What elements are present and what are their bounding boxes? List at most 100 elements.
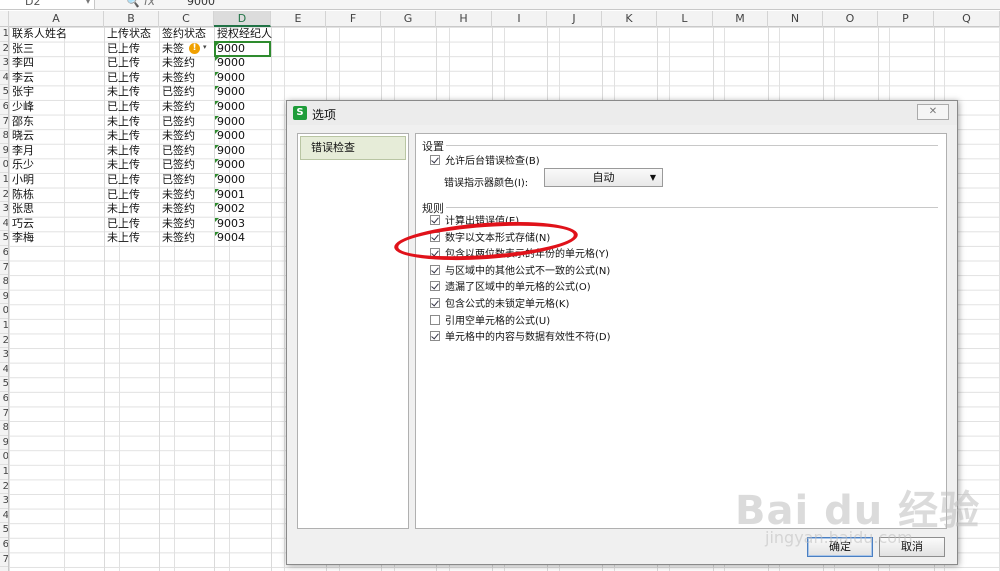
- row-header-cell[interactable]: 8: [0, 275, 8, 290]
- cell-a[interactable]: 陈栋: [9, 188, 34, 203]
- row-header-cell[interactable]: 7: [0, 407, 8, 422]
- row-header-cell[interactable]: 7: [0, 261, 8, 276]
- cell-a[interactable]: 张宇: [9, 85, 34, 100]
- row-header-cell[interactable]: 5: [0, 231, 8, 246]
- checkbox[interactable]: [430, 298, 440, 308]
- cell-a[interactable]: 张三: [9, 42, 34, 57]
- cell-b[interactable]: 已上传: [104, 42, 140, 57]
- column-header-a[interactable]: A: [9, 11, 104, 27]
- cell-c[interactable]: 未签约: [159, 100, 195, 115]
- column-header-m[interactable]: M: [713, 11, 768, 27]
- row-header-cell[interactable]: 4: [0, 217, 8, 232]
- cell-a[interactable]: 小明: [9, 173, 34, 188]
- column-header-b[interactable]: B: [104, 11, 159, 27]
- column-header-l[interactable]: L: [657, 11, 713, 27]
- cell-c[interactable]: 未签约: [159, 188, 195, 203]
- chevron-down-icon[interactable]: ▾: [86, 0, 90, 8]
- cancel-button[interactable]: 取消: [879, 537, 945, 557]
- cell-b[interactable]: 未上传: [104, 144, 140, 159]
- column-header-j[interactable]: J: [547, 11, 602, 27]
- cell-b[interactable]: 已上传: [104, 56, 140, 71]
- rule-option[interactable]: 数字以文本形式存储(N): [430, 231, 550, 246]
- column-header-i[interactable]: I: [492, 11, 547, 27]
- cell-c[interactable]: 已签约: [159, 173, 195, 188]
- row-header-cell[interactable]: 6: [0, 100, 8, 115]
- row-header-cell[interactable]: 7: [0, 115, 8, 130]
- row-header-cell[interactable]: 9: [0, 436, 8, 451]
- checkbox[interactable]: [430, 281, 440, 292]
- row-header-cell[interactable]: 9: [0, 290, 8, 305]
- cell-b[interactable]: 已上传: [104, 217, 140, 232]
- row-header-cell[interactable]: 1: [0, 465, 8, 480]
- fx-icon[interactable]: 🔍 fx: [125, 0, 155, 8]
- row-header-cell[interactable]: 3: [0, 494, 8, 509]
- header-cell-b[interactable]: 上传状态: [104, 27, 151, 42]
- row-header-cell[interactable]: 5: [0, 85, 8, 100]
- cell-c[interactable]: 已签约: [159, 85, 195, 100]
- header-cell-c[interactable]: 签约状态: [159, 27, 206, 42]
- selected-cell[interactable]: [214, 41, 271, 57]
- cell-c[interactable]: 已签约: [159, 115, 195, 130]
- column-header-c[interactable]: C: [159, 11, 214, 27]
- cell-a[interactable]: 李月: [9, 144, 34, 159]
- close-button[interactable]: ✕: [917, 104, 949, 120]
- column-header-p[interactable]: P: [878, 11, 934, 27]
- column-header-q[interactable]: Q: [934, 11, 1000, 27]
- column-header-o[interactable]: O: [823, 11, 878, 27]
- cell-c[interactable]: 未签约: [159, 129, 195, 144]
- row-header-cell[interactable]: 8: [0, 421, 8, 436]
- cell-b[interactable]: 已上传: [104, 100, 140, 115]
- cell-c[interactable]: 未签: [159, 42, 184, 57]
- rule-option[interactable]: 引用空单元格的公式(U): [430, 314, 550, 329]
- cell-a[interactable]: 李云: [9, 71, 34, 86]
- rule-option[interactable]: 计算出错误值(E): [430, 214, 519, 229]
- checkbox[interactable]: [430, 264, 440, 275]
- cell-a[interactable]: 张思: [9, 202, 34, 217]
- rule-option[interactable]: 遗漏了区域中的单元格的公式(O): [430, 280, 591, 295]
- row-header-cell[interactable]: 2: [0, 188, 8, 203]
- cell-c[interactable]: 已签约: [159, 144, 195, 159]
- row-header-cell[interactable]: 0: [0, 450, 8, 465]
- column-header-n[interactable]: N: [768, 11, 823, 27]
- cell-a[interactable]: 少峰: [9, 100, 34, 115]
- checkbox[interactable]: [430, 155, 440, 165]
- chevron-down-icon[interactable]: ▾: [203, 43, 207, 51]
- cell-a[interactable]: 李梅: [9, 231, 34, 246]
- column-header-k[interactable]: K: [602, 11, 657, 27]
- row-header-cell[interactable]: 4: [0, 71, 8, 86]
- checkbox[interactable]: [430, 231, 440, 242]
- formula-input[interactable]: 9000: [187, 0, 215, 8]
- warning-icon[interactable]: !: [189, 43, 200, 54]
- cell-a[interactable]: 乐少: [9, 158, 34, 173]
- cell-b[interactable]: 未上传: [104, 231, 140, 246]
- row-header-cell[interactable]: 1: [0, 173, 8, 188]
- row-header-cell[interactable]: 3: [0, 56, 8, 71]
- rule-option[interactable]: 包含以两位数表示的年份的单元格(Y): [430, 247, 609, 262]
- row-header-cell[interactable]: 6: [0, 246, 8, 261]
- allow-background-check[interactable]: 允许后台错误检查(B): [430, 154, 540, 169]
- cell-a[interactable]: 李四: [9, 56, 34, 71]
- row-header-cell[interactable]: 3: [0, 202, 8, 217]
- rule-option[interactable]: 包含公式的未锁定单元格(K): [430, 297, 569, 312]
- cell-a[interactable]: 晓云: [9, 129, 34, 144]
- row-header-cell[interactable]: 7: [0, 553, 8, 568]
- cell-b[interactable]: 已上传: [104, 188, 140, 203]
- cell-b[interactable]: 已上传: [104, 173, 140, 188]
- cell-b[interactable]: 未上传: [104, 115, 140, 130]
- cell-c[interactable]: 未签约: [159, 71, 195, 86]
- row-header-cell[interactable]: 4: [0, 509, 8, 524]
- row-header-cell[interactable]: 8: [0, 129, 8, 144]
- row-header-cell[interactable]: 5: [0, 377, 8, 392]
- header-cell-d[interactable]: 授权经纪人: [214, 27, 272, 42]
- column-header-d[interactable]: D: [214, 11, 271, 27]
- checkbox[interactable]: [430, 331, 440, 342]
- cell-b[interactable]: 未上传: [104, 158, 140, 173]
- cell-b[interactable]: 已上传: [104, 71, 140, 86]
- cell-c[interactable]: 已签约: [159, 158, 195, 173]
- row-header-cell[interactable]: 6: [0, 538, 8, 553]
- header-cell-a[interactable]: 联系人姓名: [9, 27, 67, 42]
- row-header-cell[interactable]: 9: [0, 144, 8, 159]
- dialog-titlebar[interactable]: S 选项 ✕: [287, 101, 957, 125]
- name-box[interactable]: D2 ▾: [0, 0, 95, 9]
- rule-option[interactable]: 与区域中的其他公式不一致的公式(N): [430, 264, 610, 279]
